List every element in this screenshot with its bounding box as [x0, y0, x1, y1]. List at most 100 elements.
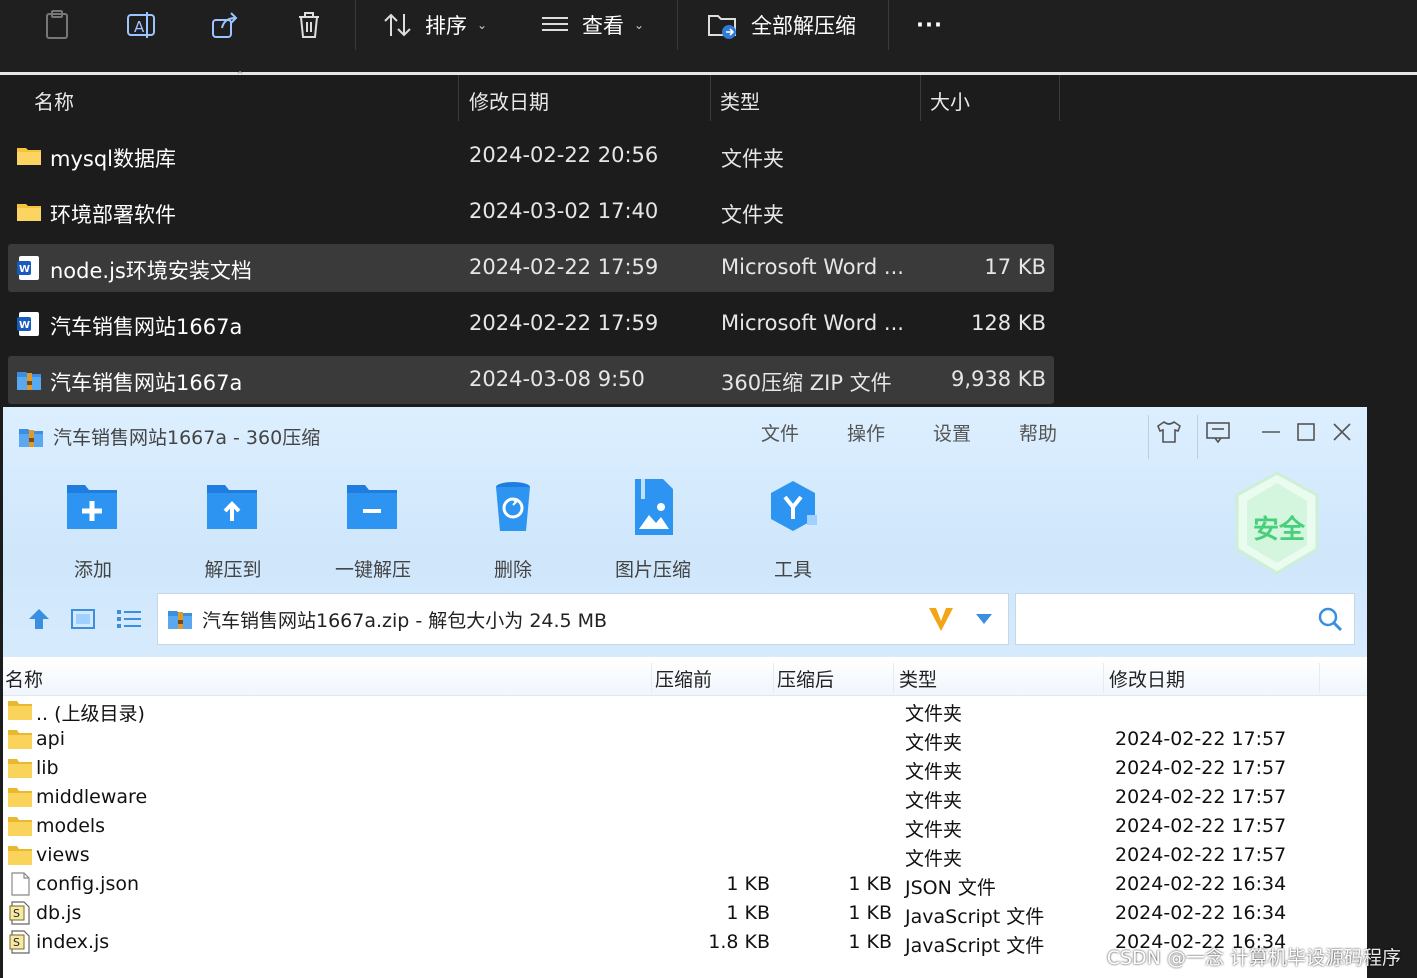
search-input[interactable] — [1024, 596, 1308, 642]
zip-toolbar-area: 汽车销售网站1667a - 360压缩 文件 操作 设置 帮助 添加 解压到 一… — [3, 407, 1367, 657]
archive-row[interactable]: S db.js 1 KB 1 KB JavaScript 文件 2024-02-… — [3, 899, 1367, 928]
archive-path-text: 汽车销售网站1667a.zip - 解包大小为 24.5 MB — [202, 609, 608, 632]
paste-icon[interactable] — [44, 10, 70, 40]
tools-label: 工具 — [773, 559, 812, 581]
column-date[interactable]: 修改日期 — [469, 86, 549, 115]
window-title: 汽车销售网站1667a - 360压缩 — [53, 427, 321, 449]
divider — [888, 0, 889, 50]
zip-archive-icon — [17, 372, 41, 390]
column-type[interactable]: 类型 — [720, 86, 760, 115]
archive-item-date: 2024-02-22 17:57 — [1115, 757, 1287, 779]
file-row[interactable]: W node.js环境安装文档 2024-02-22 17:59 Microso… — [8, 244, 1054, 292]
archive-row[interactable]: middleware 文件夹 2024-02-22 17:57 — [3, 783, 1367, 812]
archive-item-type: JSON 文件 — [905, 877, 996, 899]
archive-path-bar[interactable]: 汽车销售网站1667a.zip - 解包大小为 24.5 MB — [157, 593, 1009, 645]
archive-item-size-before: 1.8 KB — [708, 931, 770, 953]
archive-row[interactable]: config.json 1 KB 1 KB JSON 文件 2024-02-22… — [3, 870, 1367, 899]
column-name[interactable]: 名称 — [34, 86, 74, 115]
maximize-icon[interactable] — [1293, 419, 1319, 445]
search-icon[interactable] — [1316, 605, 1344, 633]
divider — [677, 0, 678, 50]
tools-button[interactable]: 工具 — [743, 477, 843, 582]
script-file-icon: S — [9, 930, 30, 954]
archive-row[interactable]: models 文件夹 2024-02-22 17:57 — [3, 812, 1367, 841]
file-row[interactable]: mysql数据库 2024-02-22 20:56 文件夹 — [8, 132, 1054, 180]
divider — [1319, 663, 1320, 693]
archive-item-name: views — [36, 844, 90, 866]
extract-to-label: 解压到 — [204, 559, 262, 581]
divider — [1148, 415, 1149, 459]
divider — [1103, 663, 1104, 693]
column-after[interactable]: 压缩后 — [777, 665, 834, 692]
share-icon[interactable] — [210, 10, 240, 40]
sort-ascending-icon: ⌃ — [235, 69, 246, 83]
archive-item-type: 文件夹 — [905, 848, 963, 870]
divider — [773, 663, 774, 693]
column-type[interactable]: 类型 — [899, 665, 937, 692]
up-arrow-icon[interactable] — [25, 605, 53, 633]
list-view-icon[interactable] — [115, 605, 143, 633]
tools-icon — [771, 481, 817, 531]
file-size: 9,938 KB — [951, 367, 1046, 391]
archive-row[interactable]: views 文件夹 2024-02-22 17:57 — [3, 841, 1367, 870]
add-button[interactable]: 添加 — [43, 477, 143, 582]
file-row[interactable]: W 汽车销售网站1667a 2024-02-22 17:59 Microsoft… — [8, 300, 1054, 348]
delete-icon[interactable] — [295, 10, 323, 40]
column-size[interactable]: 大小 — [930, 86, 970, 115]
extract-all-button[interactable]: 全部解压缩 — [707, 10, 856, 40]
menu-help[interactable]: 帮助 — [1019, 419, 1057, 446]
svg-text:W: W — [19, 264, 30, 275]
archive-row[interactable]: .. (上级目录) 文件夹 — [3, 696, 1367, 725]
sort-button[interactable]: 排序 ⌄ — [383, 10, 487, 40]
file-type: Microsoft Word ... — [721, 255, 904, 279]
view-button[interactable]: 查看 ⌄ — [540, 10, 644, 40]
archive-item-date: 2024-02-22 17:57 — [1115, 844, 1287, 866]
archive-item-type: 文件夹 — [905, 703, 963, 725]
close-icon[interactable] — [1329, 419, 1355, 445]
extract-folder-icon — [708, 15, 736, 39]
archive-item-name: index.js — [36, 931, 110, 953]
minimize-icon[interactable] — [1258, 419, 1284, 445]
file-type: 文件夹 — [721, 147, 784, 171]
extract-to-icon — [207, 485, 257, 529]
extract-to-button[interactable]: 解压到 — [183, 477, 283, 582]
svg-text:S: S — [13, 907, 20, 920]
more-options-icon[interactable]: ··· — [916, 10, 943, 40]
chevron-down-icon[interactable] — [974, 612, 994, 626]
script-file-icon: S — [9, 901, 30, 925]
file-row[interactable]: 汽车销售网站1667a 2024-03-08 9:50 360压缩 ZIP 文件… — [8, 356, 1054, 404]
menu-settings[interactable]: 设置 — [933, 419, 971, 446]
rename-icon[interactable]: A — [126, 10, 156, 40]
file-type: Microsoft Word ... — [721, 311, 904, 335]
feedback-icon[interactable] — [1205, 419, 1231, 445]
file-row[interactable]: 环境部署软件 2024-03-02 17:40 文件夹 — [8, 188, 1054, 236]
archive-row[interactable]: lib 文件夹 2024-02-22 17:57 — [3, 754, 1367, 783]
archive-item-name: models — [36, 815, 106, 837]
file-date: 2024-02-22 20:56 — [469, 143, 659, 167]
column-name[interactable]: 名称 — [5, 665, 43, 692]
archive-item-date: 2024-02-22 16:34 — [1115, 873, 1287, 895]
file-name: 环境部署软件 — [50, 203, 176, 227]
file-type: 文件夹 — [721, 203, 784, 227]
recycle-bin-icon — [496, 482, 530, 531]
file-name: 汽车销售网站1667a — [50, 371, 243, 395]
column-before[interactable]: 压缩前 — [655, 665, 712, 692]
divider — [920, 75, 921, 121]
thumbnail-view-icon[interactable] — [69, 605, 97, 633]
one-click-extract-button[interactable]: 一键解压 — [323, 477, 423, 582]
image-compress-button[interactable]: 图片压缩 — [603, 477, 703, 582]
extract-all-label: 全部解压缩 — [751, 14, 856, 38]
one-click-extract-label: 一键解压 — [334, 559, 411, 581]
view-label: 查看 — [582, 14, 624, 38]
column-date[interactable]: 修改日期 — [1109, 665, 1185, 692]
file-date: 2024-02-22 17:59 — [469, 311, 659, 335]
menu-file[interactable]: 文件 — [761, 419, 799, 446]
divider — [893, 663, 894, 693]
file-type: 360压缩 ZIP 文件 — [721, 371, 892, 395]
skin-icon[interactable] — [1156, 419, 1182, 445]
menu-operation[interactable]: 操作 — [847, 419, 885, 446]
delete-button[interactable]: 删除 — [463, 477, 563, 582]
file-size: 17 KB — [984, 255, 1046, 279]
archive-row[interactable]: api 文件夹 2024-02-22 17:57 — [3, 725, 1367, 754]
search-box — [1015, 593, 1355, 645]
